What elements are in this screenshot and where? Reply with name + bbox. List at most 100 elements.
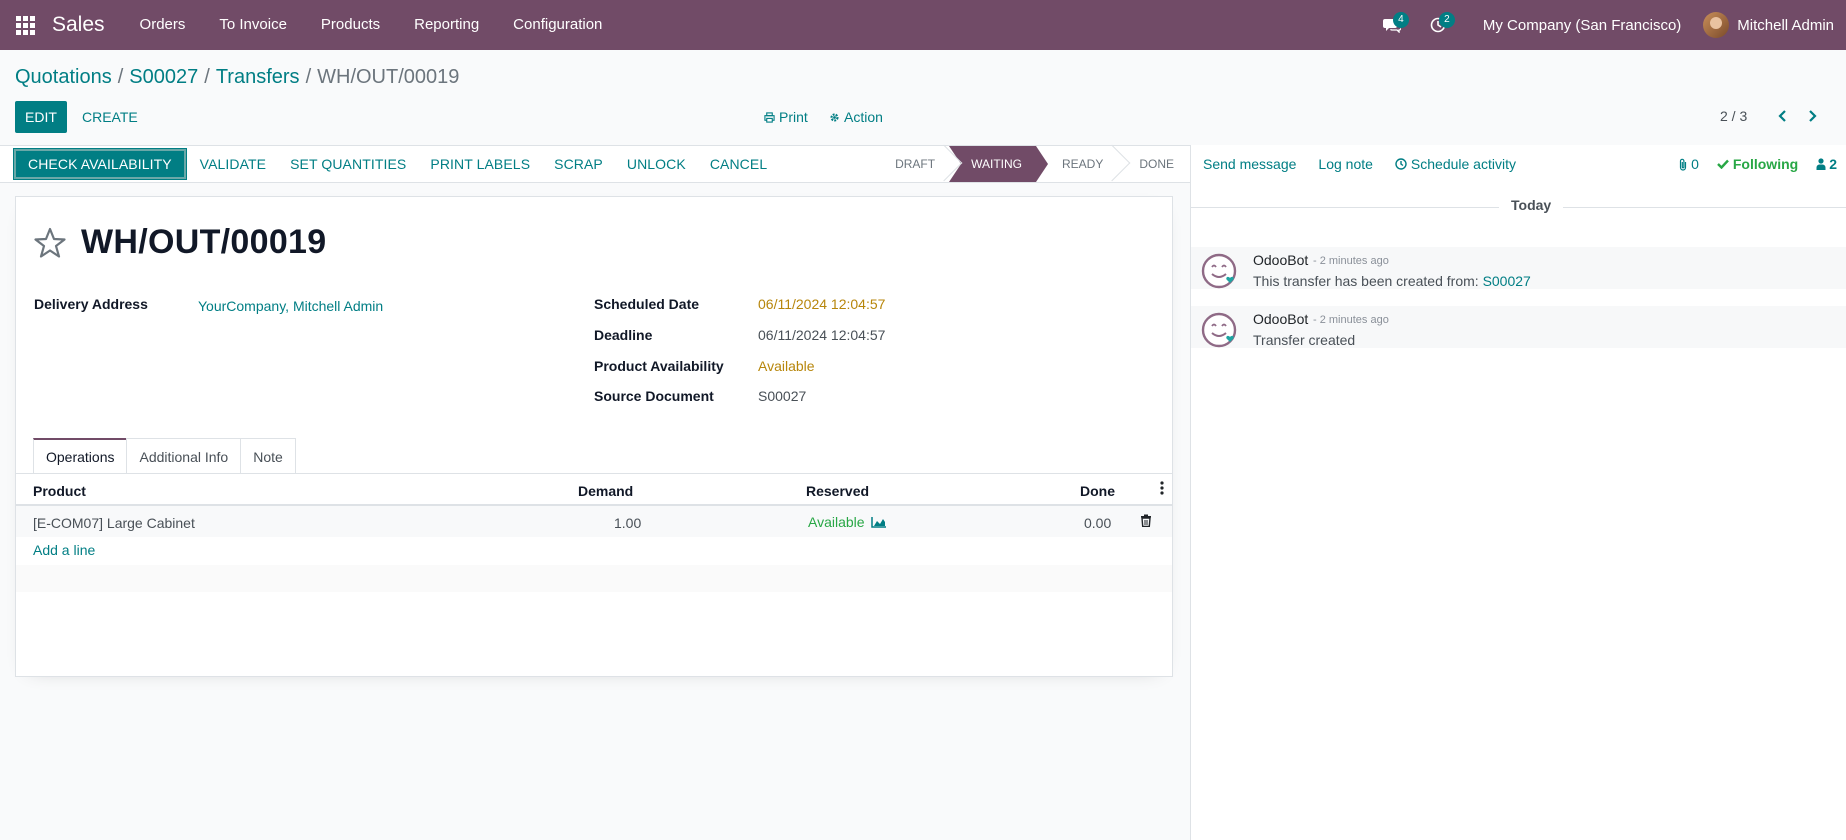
cancel-button[interactable]: CANCEL xyxy=(698,149,779,179)
print-label: Print xyxy=(779,109,808,125)
message-time: - 2 minutes ago xyxy=(1313,314,1389,326)
form-sheet: WH/OUT/00019 Delivery Address YourCompan… xyxy=(15,196,1173,677)
breadcrumb-quotations[interactable]: Quotations xyxy=(15,66,112,89)
action-button[interactable]: Action xyxy=(829,109,883,125)
set-quantities-button[interactable]: SET QUANTITIES xyxy=(278,149,418,179)
form-statusbar: CHECK AVAILABILITY VALIDATE SET QUANTITI… xyxy=(0,144,1190,183)
attachments-count: 0 xyxy=(1691,156,1699,172)
odoobot-avatar-icon[interactable] xyxy=(1201,253,1237,289)
message-author[interactable]: OdooBot xyxy=(1253,311,1308,327)
followers-count: 2 xyxy=(1829,156,1837,172)
source-document-field[interactable]: S00027 xyxy=(758,388,806,404)
apps-menu-icon[interactable] xyxy=(0,0,50,50)
message-source-link[interactable]: S00027 xyxy=(1483,273,1531,289)
activity-clock-icon[interactable]: 2 xyxy=(1415,0,1461,50)
menu-products[interactable]: Products xyxy=(304,0,397,50)
create-button[interactable]: CREATE xyxy=(70,101,150,133)
forecast-chart-icon[interactable] xyxy=(870,516,887,528)
check-availability-button[interactable]: CHECK AVAILABILITY xyxy=(14,149,186,179)
empty-table-row xyxy=(16,565,1172,592)
print-labels-button[interactable]: PRINT LABELS xyxy=(418,149,542,179)
source-document-label: Source Document xyxy=(594,388,714,404)
odoobot-avatar-icon[interactable] xyxy=(1201,312,1237,348)
row-done[interactable]: 0.00 xyxy=(1084,515,1111,531)
chatter-message: OdooBot - 2 minutes ago This transfer ha… xyxy=(1191,247,1846,289)
tab-note[interactable]: Note xyxy=(240,438,296,474)
product-availability-label: Product Availability xyxy=(594,358,724,374)
breadcrumb-current: WH/OUT/00019 xyxy=(317,66,460,88)
tab-additional-info[interactable]: Additional Info xyxy=(126,438,242,474)
avatar xyxy=(1703,12,1730,38)
row-demand[interactable]: 1.00 xyxy=(614,515,641,531)
chatter-panel: Send message Log note Schedule activity … xyxy=(1190,145,1846,840)
pager-value[interactable]: 2 / 3 xyxy=(1720,108,1747,124)
deadline-field[interactable]: 06/11/2024 12:04:57 xyxy=(758,327,885,343)
breadcrumb-transfers[interactable]: Transfers xyxy=(216,66,300,89)
menu-to-invoice[interactable]: To Invoice xyxy=(202,0,304,50)
status-step-label: DONE xyxy=(1139,157,1174,171)
unlock-button[interactable]: UNLOCK xyxy=(615,149,698,179)
company-switcher[interactable]: My Company (San Francisco) xyxy=(1461,17,1703,34)
table-row[interactable]: [E-COM07] Large Cabinet 1.00 Available 0… xyxy=(16,506,1172,537)
followers-button[interactable]: 2 xyxy=(1816,156,1837,172)
attachments-button[interactable]: 0 xyxy=(1678,156,1699,172)
column-options-icon[interactable] xyxy=(1160,481,1164,498)
paperclip-icon xyxy=(1679,158,1687,171)
breadcrumb-separator: / xyxy=(305,66,312,88)
trash-icon[interactable] xyxy=(1140,514,1152,530)
record-title: WH/OUT/00019 xyxy=(81,223,327,261)
delivery-address-field[interactable]: YourCompany, Mitchell Admin xyxy=(198,298,383,314)
edit-button[interactable]: EDIT xyxy=(15,101,67,133)
status-step-draft: DRAFT xyxy=(873,144,963,182)
menu-configuration[interactable]: Configuration xyxy=(496,0,619,50)
gear-icon xyxy=(830,112,839,122)
main-menu: Orders To Invoice Products Reporting Con… xyxy=(123,0,620,50)
column-reserved[interactable]: Reserved xyxy=(806,483,869,499)
message-body: This transfer has been created from: S00… xyxy=(1253,273,1531,289)
row-product[interactable]: [E-COM07] Large Cabinet xyxy=(33,515,195,531)
user-menu[interactable]: Mitchell Admin xyxy=(1703,12,1846,38)
message-time: - 2 minutes ago xyxy=(1313,255,1389,267)
status-step-ready: READY xyxy=(1036,144,1131,182)
tab-operations[interactable]: Operations xyxy=(33,438,128,474)
user-icon xyxy=(1816,158,1826,170)
messaging-icon[interactable]: 4 xyxy=(1369,0,1415,50)
log-note-button[interactable]: Log note xyxy=(1318,156,1373,172)
print-button[interactable]: Print xyxy=(764,109,808,125)
activities-badge: 2 xyxy=(1438,12,1455,28)
column-done[interactable]: Done xyxy=(1080,483,1115,499)
breadcrumb-separator: / xyxy=(117,66,124,88)
column-demand[interactable]: Demand xyxy=(578,483,633,499)
schedule-activity-label: Schedule activity xyxy=(1410,156,1516,172)
clock-icon xyxy=(1395,158,1407,170)
date-separator: Today xyxy=(1499,197,1564,213)
schedule-activity-button[interactable]: Schedule activity xyxy=(1395,156,1516,172)
print-icon xyxy=(764,111,775,123)
validate-button[interactable]: VALIDATE xyxy=(188,149,278,179)
row-reserved-label: Available xyxy=(808,514,865,530)
message-text: Transfer created xyxy=(1253,332,1356,348)
following-button[interactable]: Following xyxy=(1717,156,1798,172)
send-message-button[interactable]: Send message xyxy=(1203,156,1296,172)
column-product[interactable]: Product xyxy=(33,483,86,499)
star-icon[interactable] xyxy=(33,226,67,260)
breadcrumb-sale-order[interactable]: S00027 xyxy=(129,66,198,89)
following-label: Following xyxy=(1732,156,1799,172)
app-name[interactable]: Sales xyxy=(52,13,105,37)
scheduled-date-label: Scheduled Date xyxy=(594,296,700,312)
menu-orders[interactable]: Orders xyxy=(123,0,203,50)
add-line-link[interactable]: Add a line xyxy=(33,542,95,558)
menu-reporting[interactable]: Reporting xyxy=(397,0,496,50)
chatter-message: OdooBot - 2 minutes ago Transfer created xyxy=(1191,306,1846,348)
message-author[interactable]: OdooBot xyxy=(1253,252,1308,268)
action-label: Action xyxy=(844,109,883,125)
scrap-button[interactable]: SCRAP xyxy=(542,149,615,179)
breadcrumb-separator: / xyxy=(204,66,210,88)
chevron-right-icon[interactable] xyxy=(1802,106,1822,126)
deadline-label: Deadline xyxy=(594,327,653,343)
delivery-address-label: Delivery Address xyxy=(34,296,148,312)
chevron-left-icon[interactable] xyxy=(1773,106,1793,126)
operations-table-header: Product Demand Reserved Done xyxy=(16,474,1172,506)
scheduled-date-field[interactable]: 06/11/2024 12:04:57 xyxy=(758,296,885,312)
top-navbar: Sales Orders To Invoice Products Reporti… xyxy=(0,0,1846,50)
